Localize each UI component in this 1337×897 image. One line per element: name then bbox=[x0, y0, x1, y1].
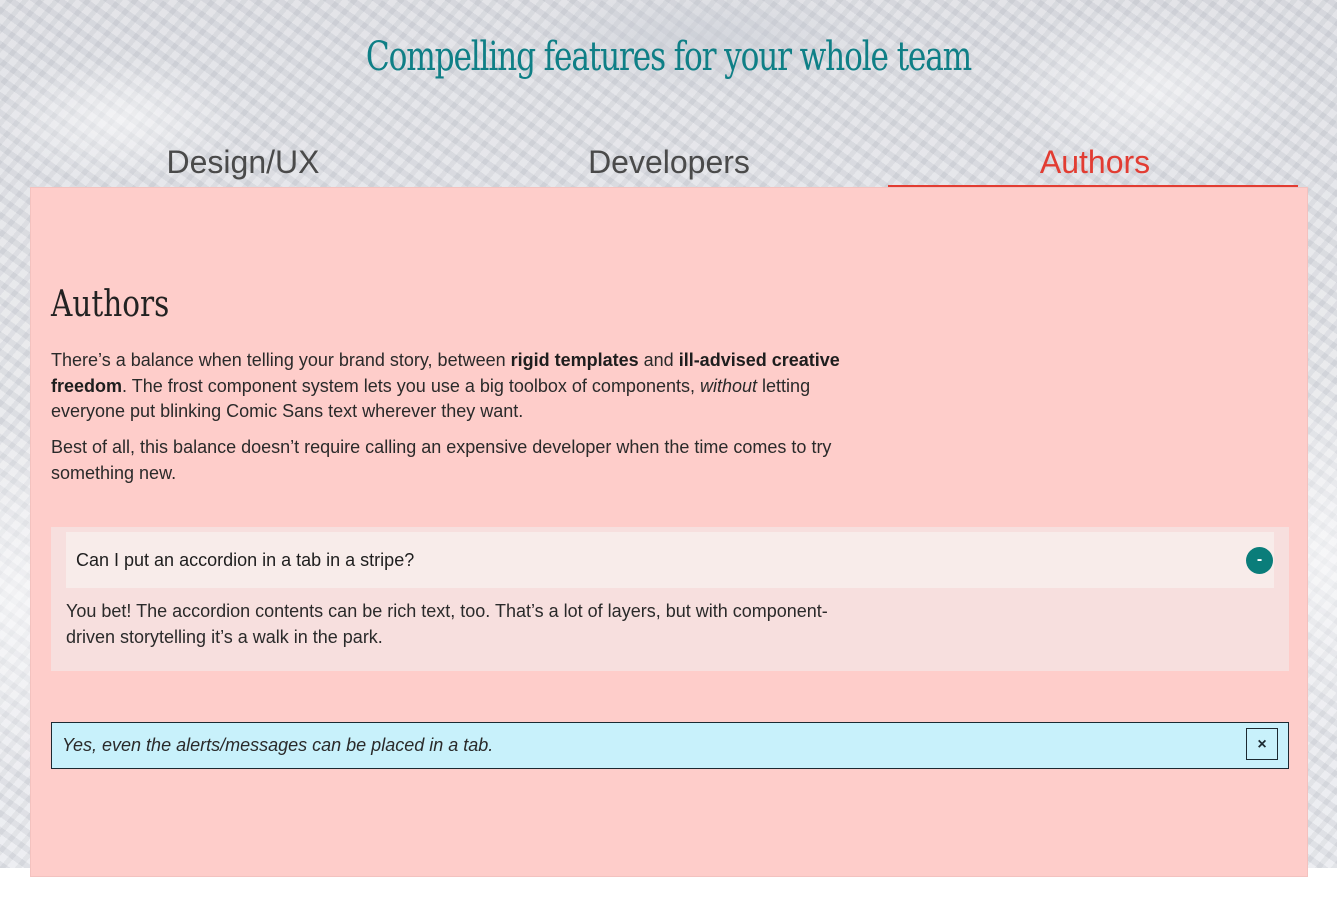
intro-text: . The frost component system lets you us… bbox=[122, 375, 700, 396]
tab-panel-authors: Authors There’s a balance when telling y… bbox=[30, 187, 1308, 877]
tab-authors[interactable]: Authors bbox=[882, 140, 1308, 187]
intro-text: There’s a balance when telling your bran… bbox=[51, 350, 511, 370]
second-paragraph: Best of all, this balance doesn’t requir… bbox=[51, 437, 832, 483]
intro-paragraph: There’s a balance when telling your bran… bbox=[51, 348, 841, 425]
intro-italic-without: without bbox=[700, 375, 758, 396]
panel-heading: Authors bbox=[51, 284, 170, 325]
accordion-header[interactable]: Can I put an accordion in a tab in a str… bbox=[66, 532, 1274, 588]
tab-developers[interactable]: Developers bbox=[456, 140, 882, 187]
close-icon[interactable]: × bbox=[1246, 728, 1278, 760]
alert-text: Yes, even the alerts/messages can be pla… bbox=[62, 735, 494, 755]
tab-design-ux[interactable]: Design/UX bbox=[30, 140, 456, 187]
accordion: Can I put an accordion in a tab in a str… bbox=[51, 527, 1289, 671]
intro-text: and bbox=[638, 350, 679, 370]
accordion-answer: You bet! The accordion contents can be r… bbox=[66, 601, 828, 647]
accordion-question: Can I put an accordion in a tab in a str… bbox=[76, 550, 415, 570]
page-title: Compelling features for your whole team bbox=[365, 34, 972, 80]
intro-bold-rigid-templates: rigid templates bbox=[510, 350, 639, 370]
alert-message: Yes, even the alerts/messages can be pla… bbox=[51, 722, 1289, 769]
minus-icon[interactable]: - bbox=[1246, 547, 1273, 574]
tab-bar: Design/UX Developers Authors bbox=[30, 140, 1308, 187]
